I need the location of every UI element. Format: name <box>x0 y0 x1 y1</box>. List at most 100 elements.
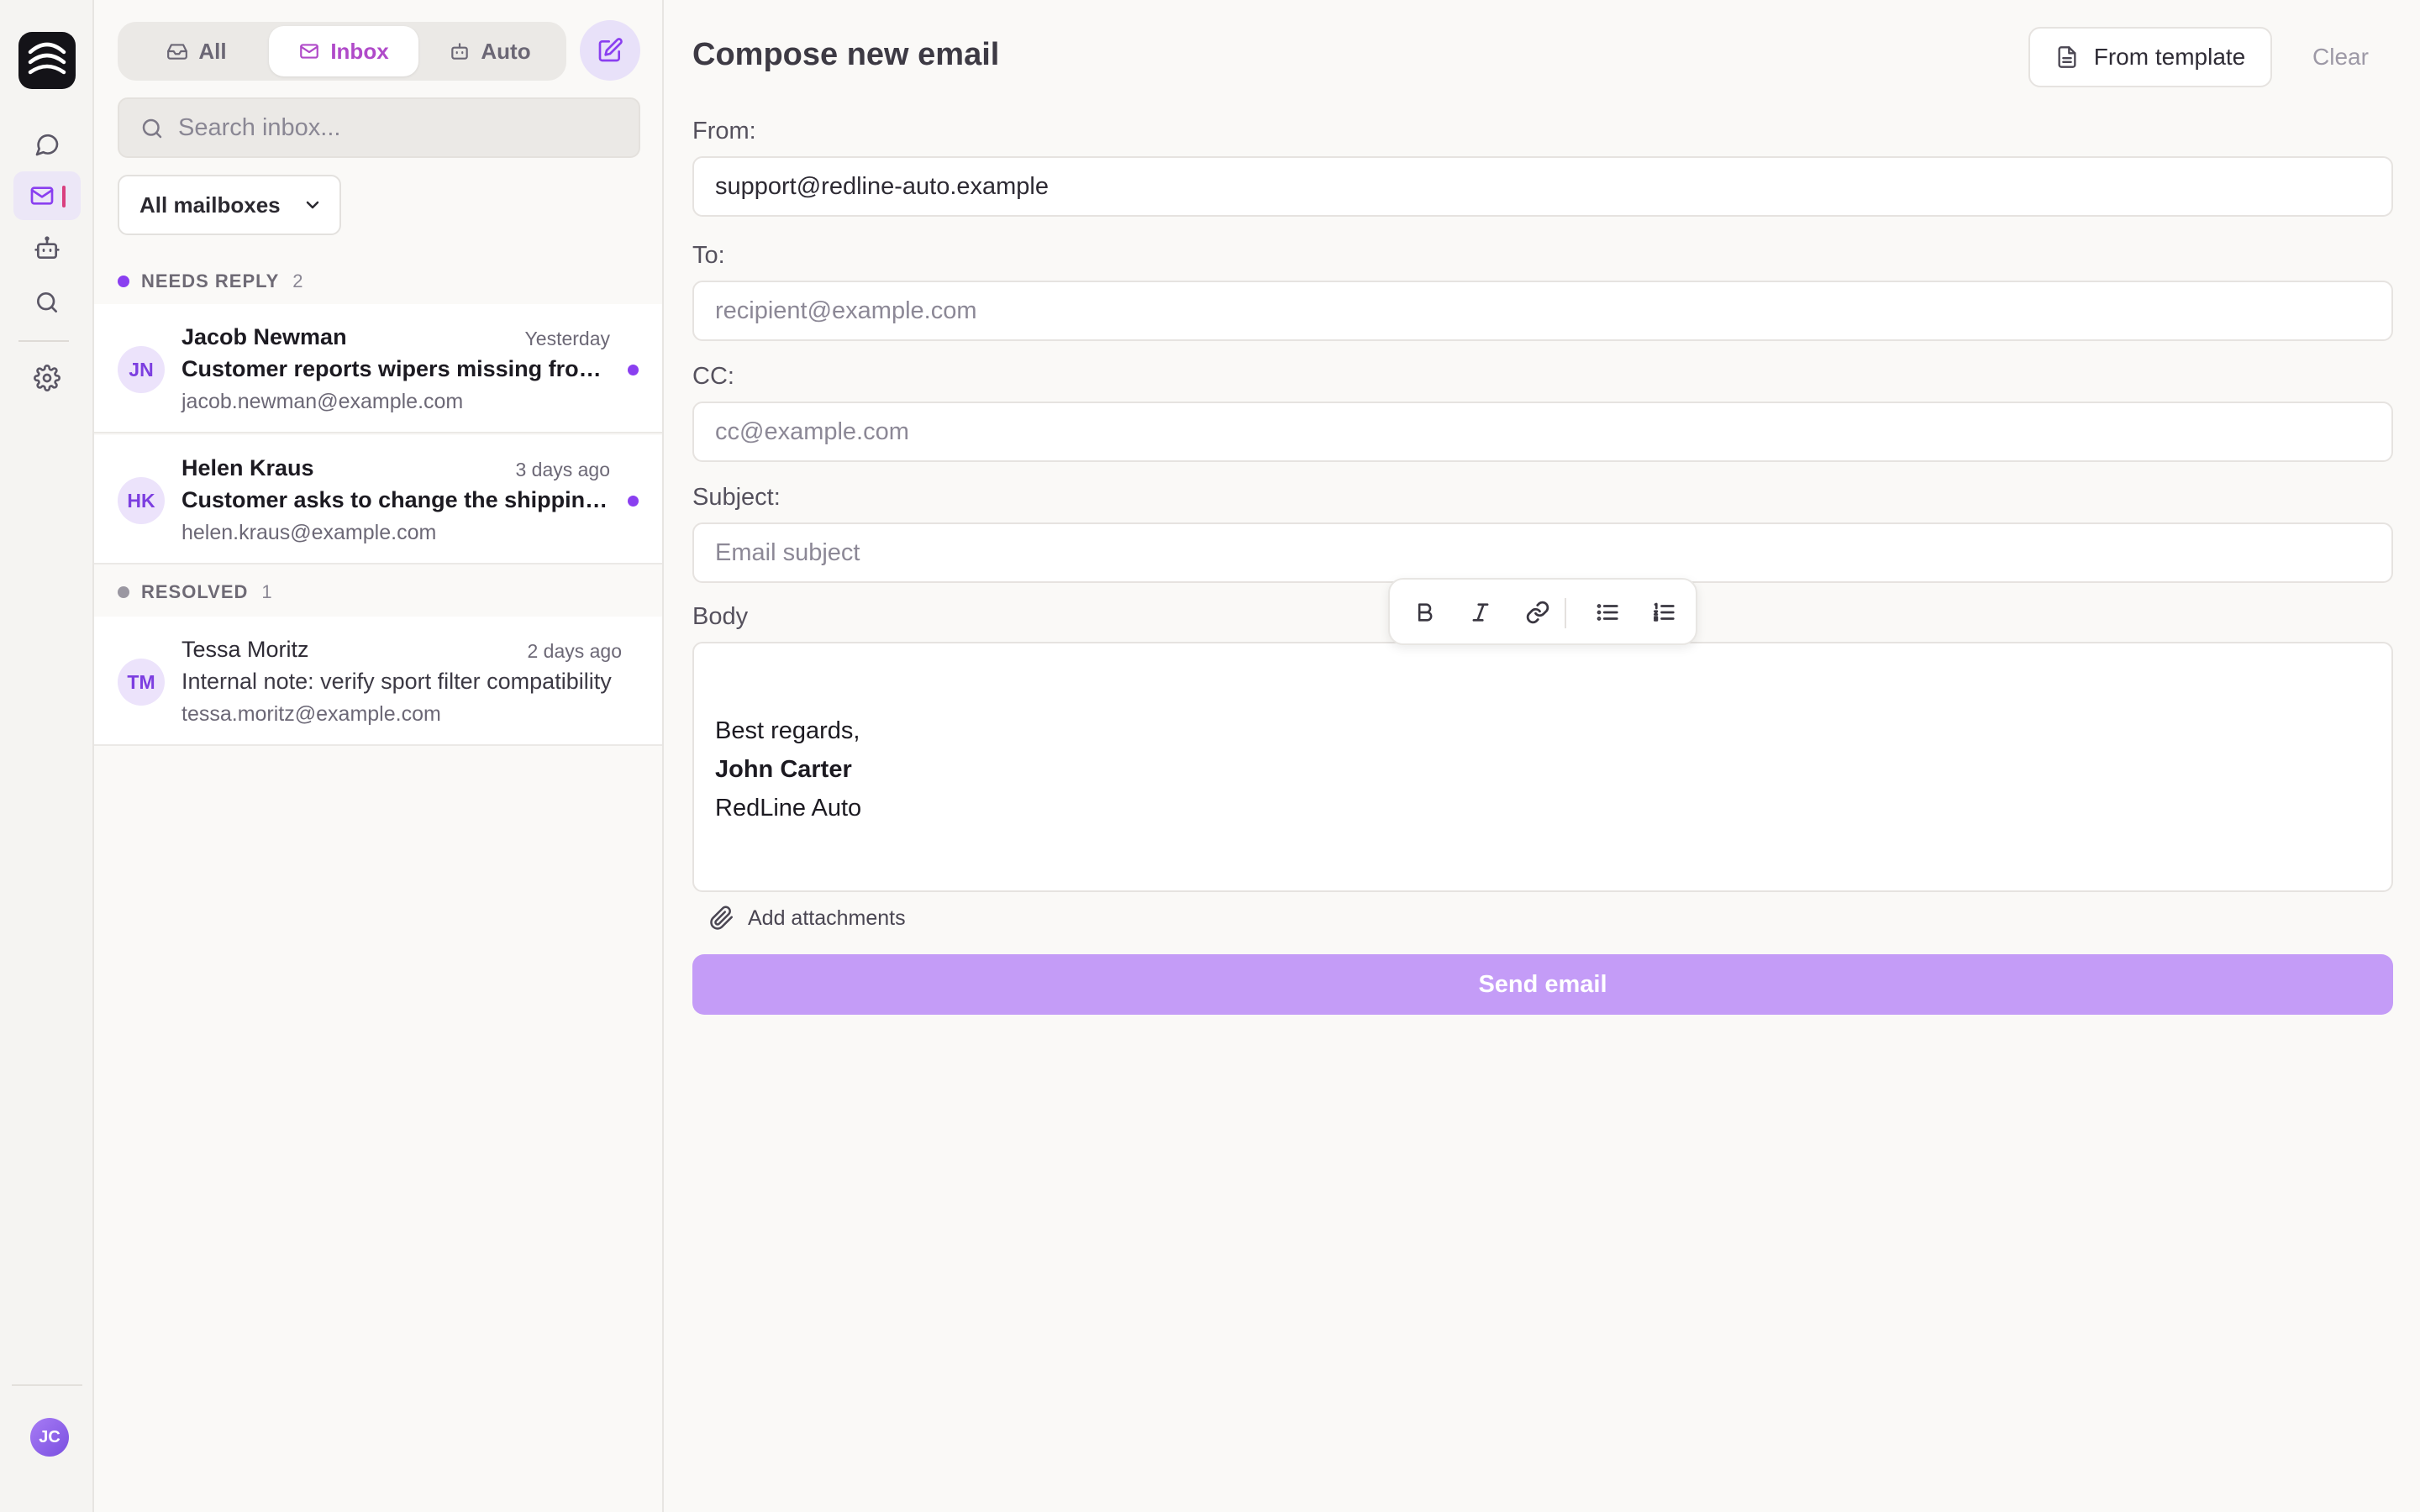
body-editor[interactable]: Best regards, John Carter RedLine Auto <box>692 642 2393 892</box>
to-field[interactable] <box>692 281 2393 341</box>
chat-icon <box>35 134 59 156</box>
chevron-down-icon <box>306 201 318 209</box>
bullet-list-button[interactable] <box>1591 596 1623 628</box>
tab-inbox-label: Inbox <box>330 38 389 64</box>
cc-label: CC: <box>692 363 734 390</box>
thread-sender: Tessa Moritz <box>182 637 309 662</box>
unread-dot <box>628 496 639 507</box>
thread-sender: Jacob Newman <box>182 324 347 349</box>
body-label: Body <box>692 603 749 630</box>
tab-inbox[interactable]: Inbox <box>269 26 418 76</box>
document-icon <box>2058 46 2076 68</box>
italic-button[interactable] <box>1465 596 1497 628</box>
clear-button[interactable]: Clear <box>2312 44 2369 71</box>
rail-divider <box>18 340 69 342</box>
rail-chat-button[interactable] <box>13 120 81 169</box>
avatar: TM <box>118 659 165 706</box>
numbered-list-icon <box>1654 602 1675 622</box>
to-input[interactable] <box>694 282 2391 339</box>
body-line: Best regards, <box>715 717 860 744</box>
tab-all[interactable]: All <box>122 26 271 76</box>
thread-subject: Customer asks to change the shipping add… <box>182 487 618 512</box>
search-icon <box>139 116 165 141</box>
toolbar-divider <box>1565 598 1566 628</box>
from-field[interactable] <box>692 156 2393 217</box>
bold-icon <box>1418 603 1433 622</box>
thread-item[interactable]: JN Jacob Newman Yesterday Customer repor… <box>94 304 662 433</box>
thread-email: jacob.newman@example.com <box>182 390 464 413</box>
thread-email: tessa.moritz@example.com <box>182 702 441 726</box>
gear-icon <box>34 365 60 391</box>
group-header-resolved: RESOLVED 1 <box>118 580 272 605</box>
view-switcher: All Inbox Auto <box>118 22 566 81</box>
app-logo[interactable] <box>18 32 76 89</box>
unread-dot <box>628 365 639 375</box>
link-button[interactable] <box>1522 596 1554 628</box>
rail-settings-button[interactable] <box>13 354 81 402</box>
search-input[interactable] <box>178 99 623 156</box>
group-count: 2 <box>292 270 303 291</box>
group-dot <box>118 276 129 287</box>
from-label: From: <box>692 118 756 144</box>
from-input[interactable] <box>694 158 2391 215</box>
thread-time: Yesterday <box>524 328 610 349</box>
app-rail: JC <box>0 0 94 1512</box>
cc-field[interactable] <box>692 402 2393 462</box>
numbered-list-button[interactable] <box>1648 596 1680 628</box>
italic-icon <box>1472 603 1489 622</box>
tab-auto[interactable]: Auto <box>417 26 563 76</box>
mailbox-filter-value: All mailboxes <box>139 192 281 218</box>
thread-sender: Helen Kraus <box>182 455 314 480</box>
compose-button[interactable] <box>580 20 640 81</box>
format-toolbar <box>1388 578 1697 645</box>
subject-label: Subject: <box>692 484 781 511</box>
search-icon <box>37 292 57 312</box>
rail-bottom-divider <box>12 1384 82 1386</box>
thread-item[interactable]: TM Tessa Moritz 2 days ago Internal note… <box>94 617 662 746</box>
thread-email: helen.kraus@example.com <box>182 521 437 544</box>
rail-automation-button[interactable] <box>13 224 81 273</box>
robot-icon <box>451 43 469 60</box>
edit-icon <box>598 38 623 62</box>
paperclip-icon <box>710 906 733 930</box>
mail-icon <box>300 44 319 59</box>
compose-panel: Compose new email From template Clear Fr… <box>664 0 2420 1512</box>
active-indicator <box>62 186 66 207</box>
user-avatar[interactable]: JC <box>30 1418 69 1457</box>
from-template-button[interactable]: From template <box>2028 27 2272 87</box>
rail-mail-button[interactable] <box>13 171 81 220</box>
inbox-icon <box>167 44 188 60</box>
from-template-label: From template <box>2093 44 2246 70</box>
avatar: HK <box>118 477 165 524</box>
cc-input[interactable] <box>694 403 2391 460</box>
thread-item[interactable]: HK Helen Kraus 3 days ago Customer asks … <box>94 435 662 564</box>
group-header-needs-reply: NEEDS REPLY 2 <box>118 269 303 294</box>
subject-input[interactable] <box>694 524 2391 581</box>
thread-subject: Internal note: verify sport filter compa… <box>182 669 612 694</box>
page-title: Compose new email <box>692 37 1000 72</box>
logo-icon <box>28 42 66 75</box>
rail-search-button[interactable] <box>13 278 81 327</box>
link-icon <box>1526 601 1549 624</box>
search-field[interactable] <box>118 97 640 158</box>
bold-button[interactable] <box>1408 596 1440 628</box>
add-attachments-button[interactable]: Add attachments <box>709 906 906 931</box>
thread-time: 3 days ago <box>515 459 610 480</box>
bullet-list-icon <box>1597 604 1618 621</box>
thread-time: 2 days ago <box>527 640 622 662</box>
thread-list-panel: All Inbox Auto All mailboxes N <box>94 0 664 1512</box>
mailbox-filter-dropdown[interactable]: All mailboxes <box>118 175 341 235</box>
avatar: JN <box>118 346 165 393</box>
tab-auto-label: Auto <box>481 38 531 64</box>
send-email-button[interactable]: Send email <box>692 954 2393 1015</box>
mail-icon <box>30 186 54 205</box>
group-count: 1 <box>261 581 272 602</box>
subject-field[interactable] <box>692 522 2393 583</box>
robot-icon <box>34 236 60 259</box>
group-title: RESOLVED <box>141 581 249 602</box>
add-attachments-label: Add attachments <box>748 906 906 930</box>
body-line-signature-name: John Carter <box>715 756 852 783</box>
thread-subject: Customer reports wipers missing from ord… <box>182 356 618 381</box>
to-label: To: <box>692 242 725 269</box>
group-title: NEEDS REPLY <box>141 270 280 291</box>
